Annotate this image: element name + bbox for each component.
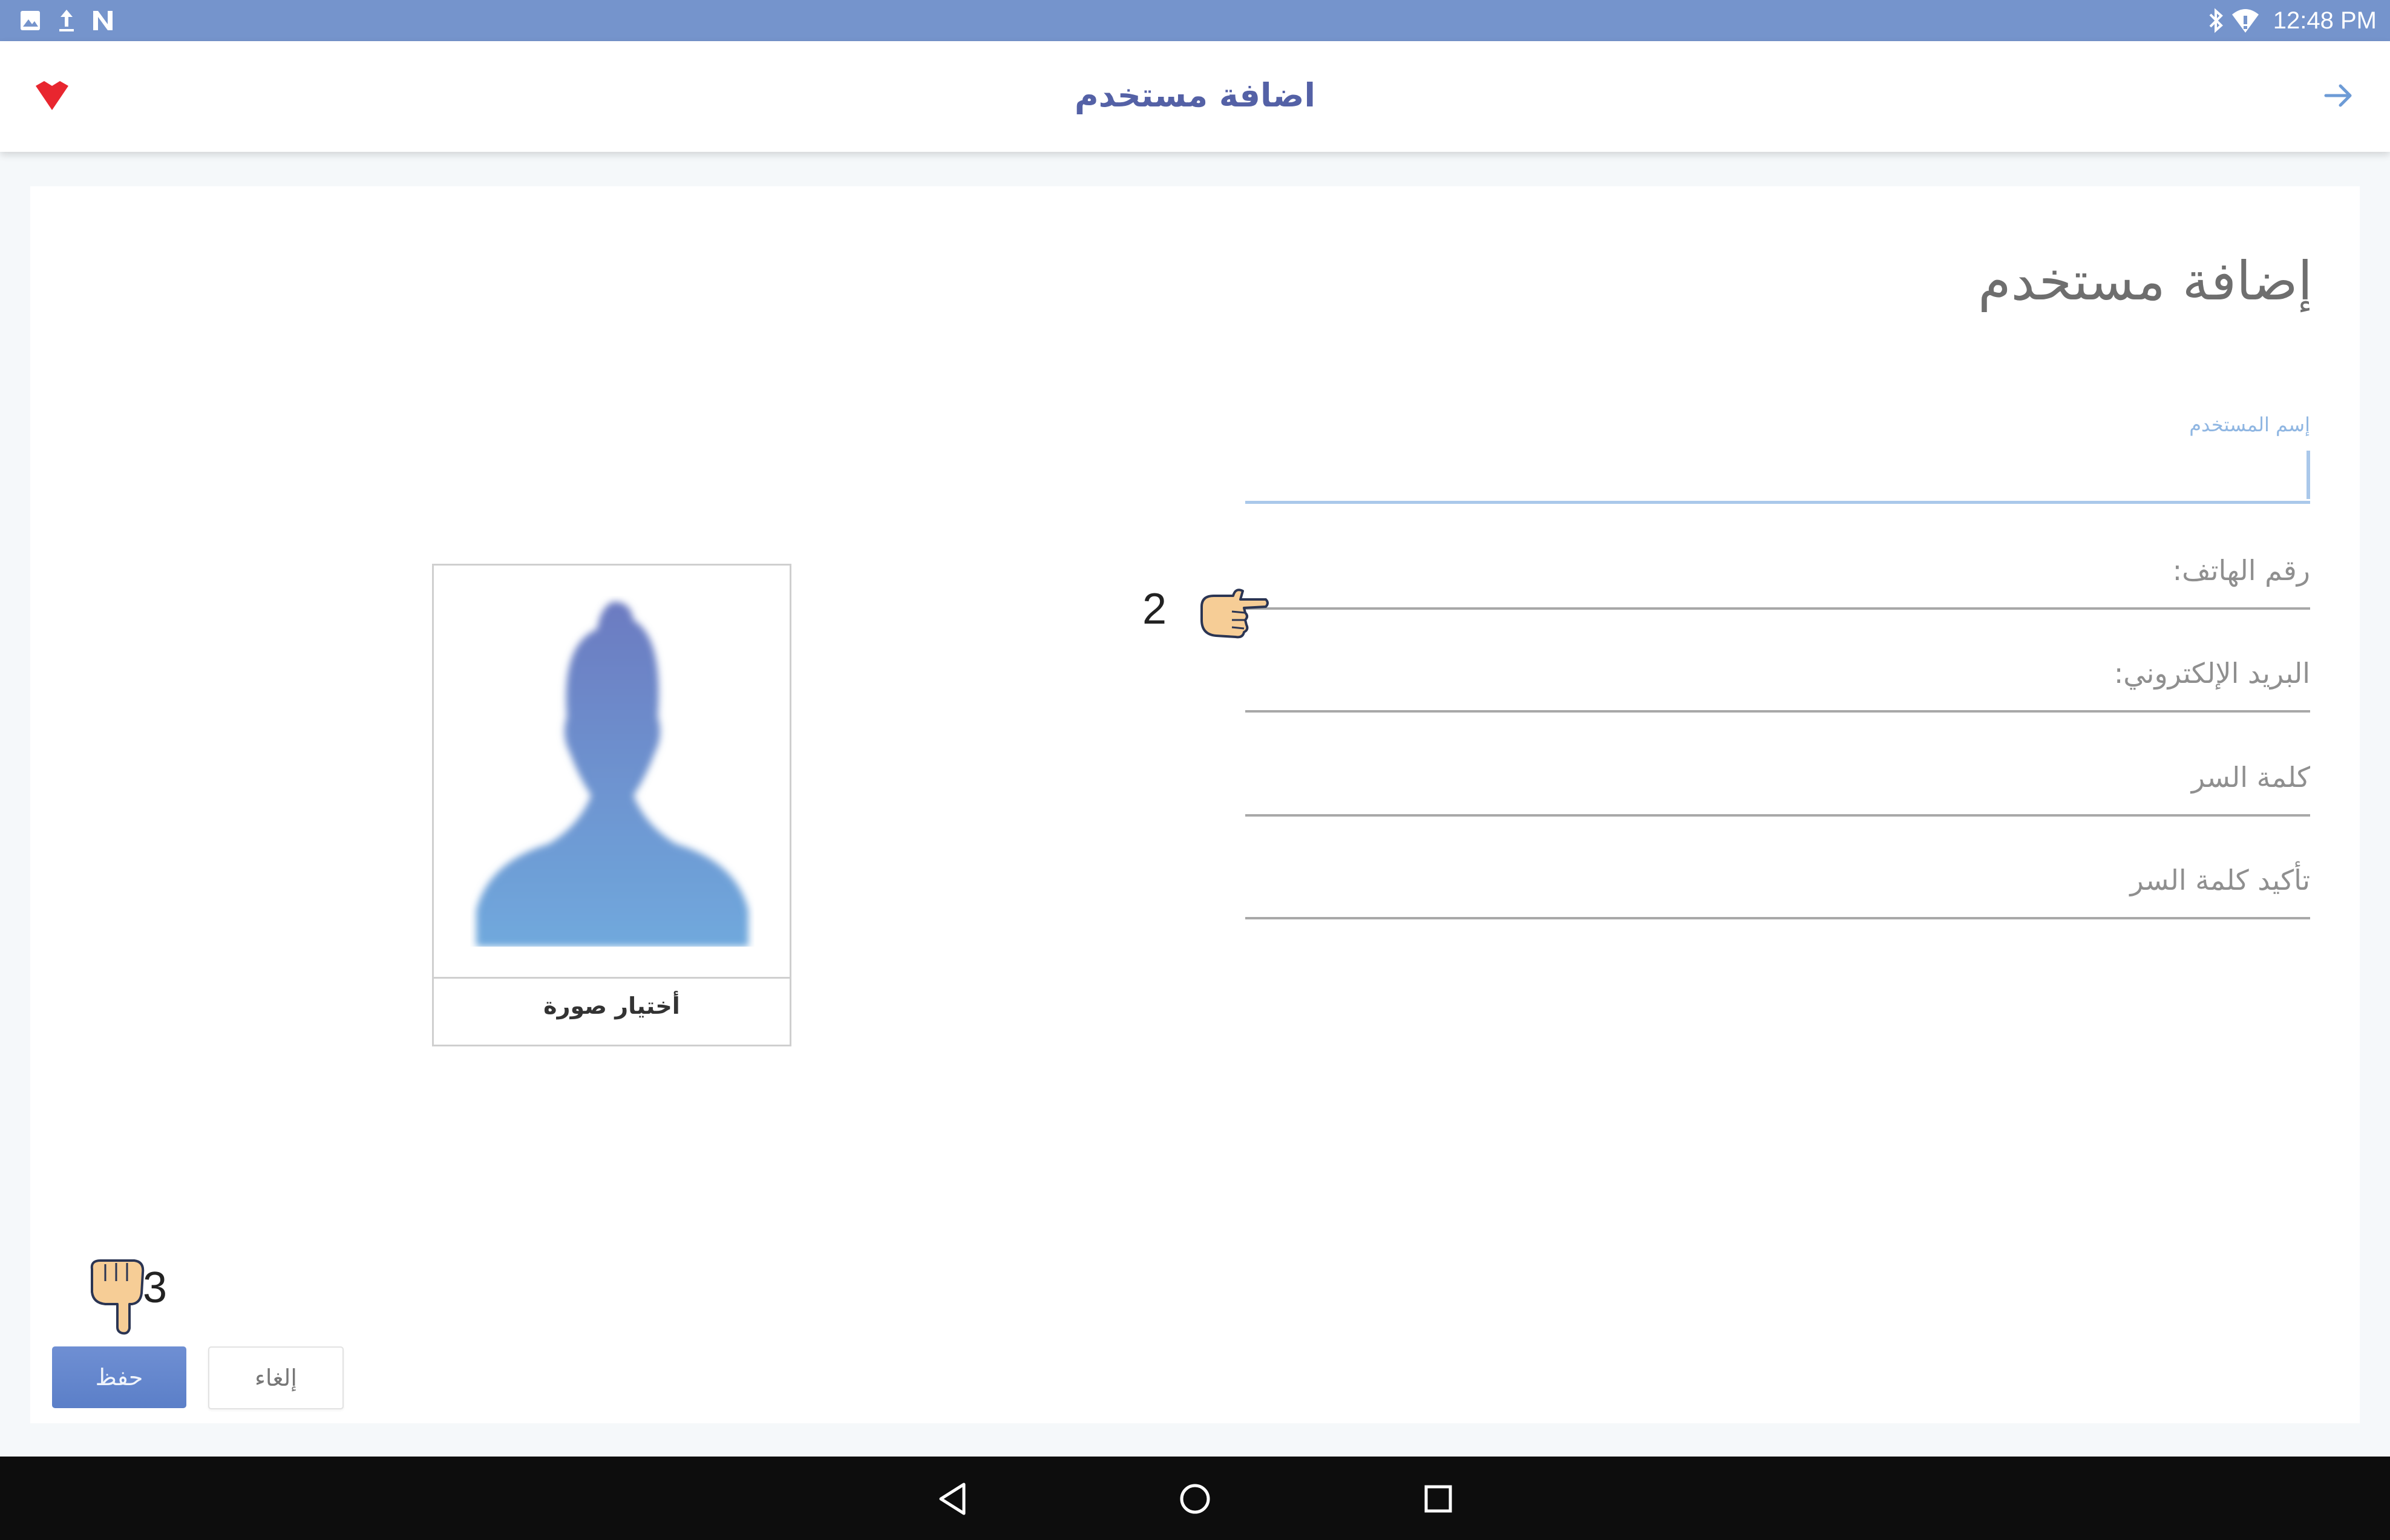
confirm-password-field[interactable]: تأكيد كلمة السر bbox=[1245, 859, 2310, 919]
n-app-icon bbox=[93, 11, 113, 30]
upload-icon bbox=[59, 10, 74, 31]
status-bar: 12:48 PM bbox=[0, 0, 2390, 41]
image-picker[interactable]: أختيار صورة bbox=[432, 564, 791, 1046]
phone-field[interactable]: رقم الهاتف: bbox=[1245, 549, 2310, 610]
email-field[interactable]: البريد الإلكتروني: bbox=[1245, 652, 2310, 713]
pointing-hand-right-icon bbox=[1200, 589, 1269, 639]
confirm-password-placeholder: تأكيد كلمة السر bbox=[2130, 864, 2310, 896]
bluetooth-icon bbox=[2209, 8, 2223, 33]
nav-back-icon[interactable] bbox=[929, 1475, 977, 1523]
phone-placeholder: رقم الهاتف: bbox=[2172, 554, 2310, 587]
form-card: إضافة مستخدم إسم المستخدم رقم الهاتف: ال… bbox=[30, 186, 2360, 1423]
password-field[interactable]: كلمة السر bbox=[1245, 756, 2310, 817]
wifi-icon bbox=[2232, 9, 2259, 33]
email-placeholder: البريد الإلكتروني: bbox=[2113, 657, 2310, 690]
cancel-button[interactable]: إلغاء bbox=[208, 1346, 344, 1409]
text-caret bbox=[2307, 451, 2310, 499]
username-underline bbox=[1245, 501, 2310, 504]
save-button[interactable]: حفظ bbox=[52, 1346, 186, 1408]
system-nav-bar bbox=[0, 1457, 2390, 1540]
image-icon bbox=[21, 11, 40, 30]
choose-image-label[interactable]: أختيار صورة bbox=[434, 993, 790, 1019]
person-silhouette-icon bbox=[476, 601, 748, 947]
password-underline bbox=[1245, 814, 2310, 817]
picker-divider bbox=[434, 977, 790, 979]
nav-home-icon[interactable] bbox=[1171, 1475, 1219, 1523]
form-heading: إضافة مستخدم bbox=[1978, 250, 2313, 312]
password-placeholder: كلمة السر bbox=[2191, 761, 2310, 794]
arrow-right-icon[interactable] bbox=[2317, 74, 2360, 117]
username-label: إسم المستخدم bbox=[2189, 413, 2310, 436]
app-bar: اضافة مستخدم bbox=[0, 41, 2390, 152]
username-field[interactable]: إسم المستخدم bbox=[1245, 407, 2310, 504]
confirm-password-underline bbox=[1245, 917, 2310, 919]
hint-number-3: 3 bbox=[143, 1264, 168, 1312]
hint-number-2: 2 bbox=[1142, 585, 1167, 633]
email-underline bbox=[1245, 710, 2310, 713]
status-time: 12:48 PM bbox=[2273, 7, 2377, 34]
nav-recents-icon[interactable] bbox=[1414, 1475, 1462, 1523]
app-bar-title: اضافة مستخدم bbox=[1075, 76, 1315, 114]
phone-underline bbox=[1245, 607, 2310, 610]
